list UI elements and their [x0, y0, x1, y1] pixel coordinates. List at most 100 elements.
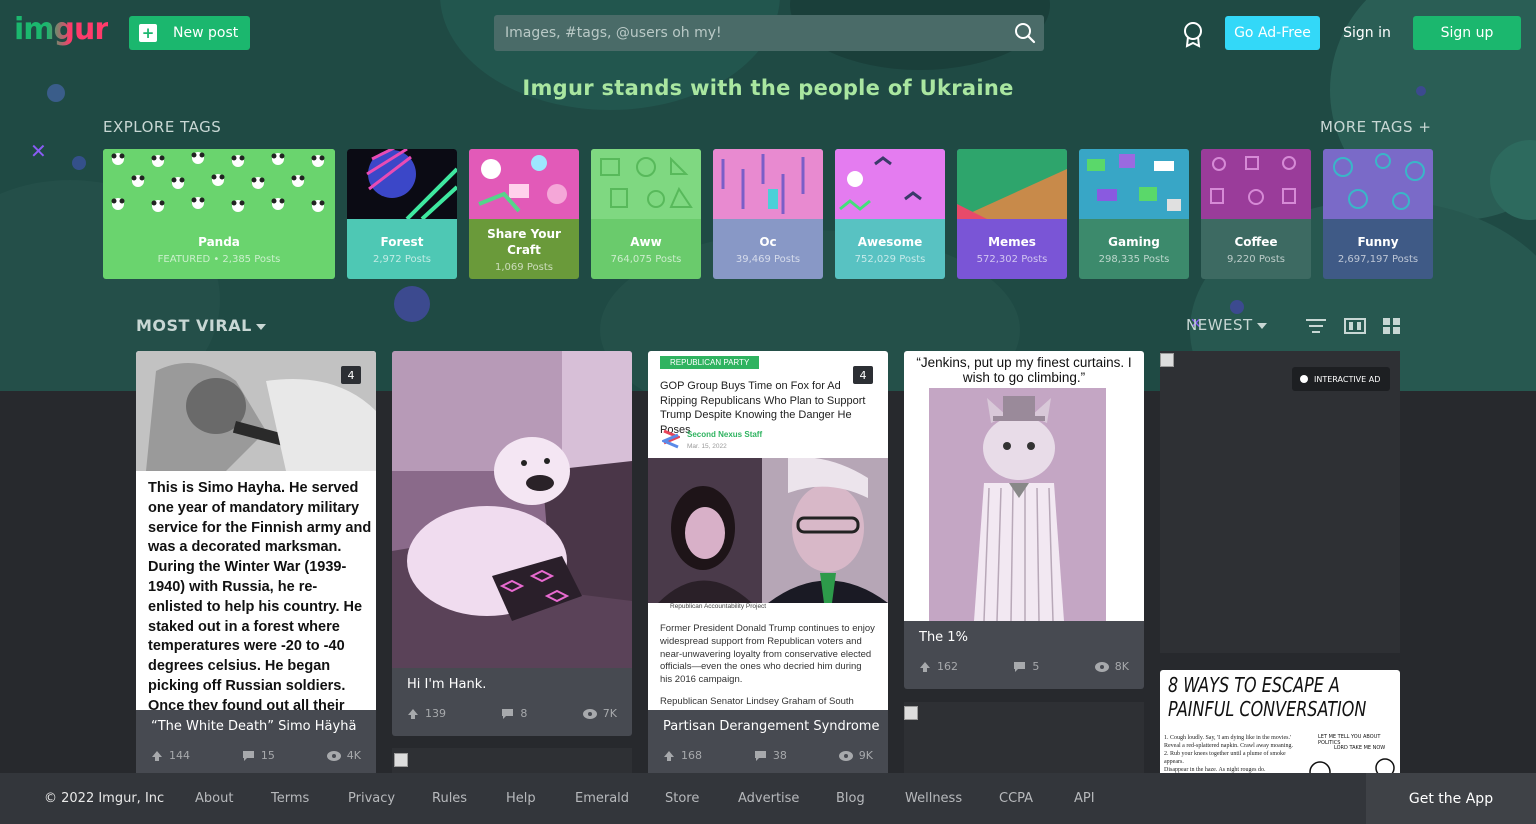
footer-link-rules[interactable]: Rules [432, 791, 467, 806]
footer: © 2022 Imgur, Inc About Terms Privacy Ru… [0, 773, 1536, 824]
footer-link-advertise[interactable]: Advertise [738, 791, 799, 806]
medal-icon[interactable] [1182, 22, 1204, 48]
tag-count: 298,335 Posts [1098, 253, 1170, 265]
footer-link-api[interactable]: API [1074, 791, 1095, 806]
article-caption: Republican Accountability Project [670, 603, 767, 610]
upvote-stat[interactable]: 139 [407, 707, 446, 720]
cat-photo [929, 388, 1106, 621]
more-tags-link[interactable]: MORE TAGS + [1320, 118, 1431, 136]
article-headline: GOP Group Buys Time on Fox for Ad Rippin… [660, 380, 866, 436]
tag-card-share-your-craft[interactable]: Share Your Craft 1,069 Posts [469, 149, 579, 279]
copyright-text: © 2022 Imgur, Inc [44, 791, 165, 806]
eye-icon [582, 708, 597, 719]
comment-stat[interactable]: 15 [242, 749, 275, 762]
imgur-logo[interactable]: imgur [14, 12, 109, 47]
new-post-button[interactable]: + New post [129, 16, 250, 50]
image-count-badge: 4 [853, 366, 873, 384]
sign-in-link[interactable]: Sign in [1336, 16, 1398, 50]
get-the-app-button[interactable]: Get the App [1366, 773, 1536, 824]
filter-lines-icon[interactable] [1305, 317, 1327, 335]
tag-name: Share Your Craft [487, 226, 561, 257]
tag-info: Panda FEATURED • 2,385 Posts [103, 219, 335, 279]
footer-link-privacy[interactable]: Privacy [348, 791, 395, 806]
tag-card-aww[interactable]: Aww 764,075 Posts [591, 149, 701, 279]
post-card[interactable]: “Jenkins, put up my finest curtains. I w… [904, 351, 1144, 689]
comment-stat[interactable]: 38 [754, 749, 787, 762]
comment-icon [754, 750, 766, 761]
comic-line: Reveal a red-splattered napkin. Crawl aw… [1164, 743, 1293, 749]
tag-card-oc[interactable]: Oc 39,469 Posts [713, 149, 823, 279]
sign-up-button[interactable]: Sign up [1413, 16, 1521, 50]
footer-link-help[interactable]: Help [506, 791, 536, 806]
tag-card-panda[interactable]: Panda FEATURED • 2,385 Posts [103, 149, 335, 279]
tag-info: Memes 572,302 Posts [957, 219, 1067, 279]
tag-art-coffee [1201, 149, 1311, 219]
ukraine-banner[interactable]: Imgur stands with the people of Ukraine [0, 76, 1536, 100]
tag-info: Forest 2,972 Posts [347, 219, 457, 279]
search-input[interactable] [494, 15, 1044, 51]
search-icon[interactable] [1014, 22, 1036, 44]
post-image [392, 351, 632, 668]
view-stat: 7K [582, 707, 617, 720]
tag-card-memes[interactable]: Memes 572,302 Posts [957, 149, 1067, 279]
post-photo [136, 351, 376, 471]
footer-link-store[interactable]: Store [665, 791, 699, 806]
tag-count: 752,029 Posts [854, 253, 926, 265]
post-image: This is Simo Hayha. He served one year o… [136, 351, 376, 710]
comment-stat[interactable]: 5 [1013, 660, 1039, 673]
comment-count: 5 [1032, 660, 1040, 673]
layout-grid-icon[interactable] [1382, 317, 1404, 335]
footer-link-emerald[interactable]: Emerald [575, 791, 629, 806]
broken-image-icon [904, 706, 918, 720]
tag-card-awesome[interactable]: Awesome 752,029 Posts [835, 149, 945, 279]
footer-link-wellness[interactable]: Wellness [905, 791, 962, 806]
comment-icon [242, 750, 254, 761]
tag-info: Gaming 298,335 Posts [1079, 219, 1189, 279]
tag-count: 572,302 Posts [976, 253, 1048, 265]
post-card[interactable]: 8 WAYS TO ESCAPE A PAINFUL CONVERSATION … [1160, 670, 1400, 778]
footer-link-ccpa[interactable]: CCPA [999, 791, 1033, 806]
post-card[interactable]: This is Simo Hayha. He served one year o… [136, 351, 376, 781]
caret-down-icon [255, 323, 266, 330]
tag-card-gaming[interactable]: Gaming 298,335 Posts [1079, 149, 1189, 279]
footer-link-about[interactable]: About [195, 791, 233, 806]
footer-link-blog[interactable]: Blog [836, 791, 865, 806]
most-viral-dropdown[interactable]: MOST VIRAL [136, 316, 266, 335]
post-card[interactable]: Hi I'm Hank. 139 8 7K [392, 351, 632, 736]
post-card[interactable]: REPUBLICAN PARTY GOP Group Buys Time on … [648, 351, 888, 781]
tag-art-panda [103, 149, 335, 219]
layout-waterfall-icon[interactable] [1344, 317, 1366, 335]
view-stat: 4K [326, 749, 361, 762]
eye-icon [1094, 661, 1109, 672]
tag-info: Funny 2,697,197 Posts [1323, 219, 1433, 279]
tag-art-craft [469, 149, 579, 219]
upvote-stat[interactable]: 144 [151, 749, 190, 762]
dot-icon [1300, 375, 1308, 383]
upvote-stat[interactable]: 168 [663, 749, 702, 762]
sort-dropdown[interactable]: NEWEST [1186, 316, 1267, 334]
tag-art-oc [713, 149, 823, 219]
comment-count: 38 [772, 749, 787, 762]
comment-stat[interactable]: 8 [501, 707, 527, 720]
upvote-stat[interactable]: 162 [919, 660, 958, 673]
footer-link-terms[interactable]: Terms [271, 791, 309, 806]
tag-count: 39,469 Posts [735, 253, 801, 265]
ad-slot[interactable]: INTERACTIVE AD [1160, 351, 1400, 653]
view-count: 4K [346, 749, 361, 762]
arrow-up-icon [408, 708, 418, 719]
interactive-ad-badge: INTERACTIVE AD [1292, 367, 1391, 391]
tag-card-coffee[interactable]: Coffee 9,220 Posts [1201, 149, 1311, 279]
comment-count: 8 [520, 707, 528, 720]
tag-art-gaming [1079, 149, 1189, 219]
tag-card-forest[interactable]: Forest 2,972 Posts [347, 149, 457, 279]
tag-name: Forest [380, 234, 424, 249]
post-card-placeholder[interactable] [904, 702, 1144, 778]
go-ad-free-button[interactable]: Go Ad-Free [1225, 16, 1320, 50]
view-count: 7K [602, 707, 617, 720]
post-stats: 168 38 9K [663, 749, 873, 762]
view-count: 8K [1114, 660, 1129, 673]
view-stat: 8K [1094, 660, 1129, 673]
tag-card-funny[interactable]: Funny 2,697,197 Posts [1323, 149, 1433, 279]
tag-name: Gaming [1108, 234, 1160, 249]
tag-art-memes [957, 149, 1067, 219]
